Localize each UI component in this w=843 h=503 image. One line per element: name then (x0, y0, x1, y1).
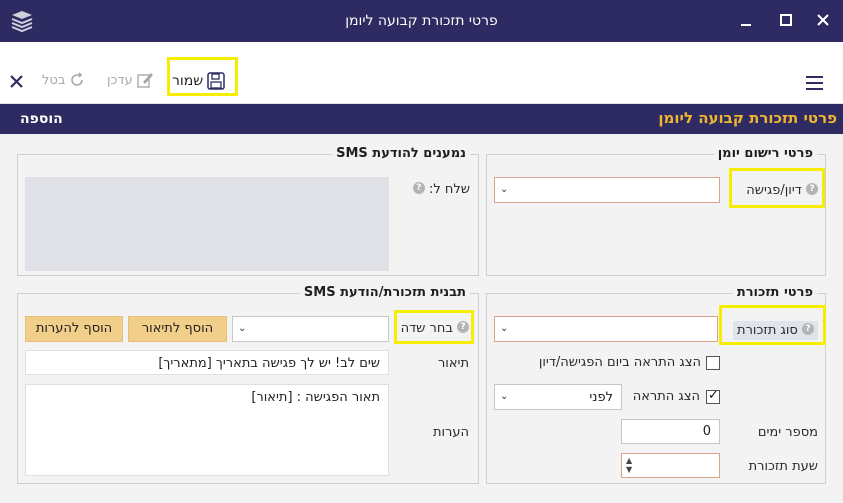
template-legend: תבנית תזכורת/הודעת SMS (299, 285, 470, 300)
form-title: פרטי תזכורת קבועה ליומן (658, 109, 837, 127)
minimize-button[interactable] (735, 10, 757, 32)
chevron-down-icon: ⌄ (500, 323, 509, 334)
send-to-label: שלח ל: ? (412, 182, 470, 197)
close-icon (817, 14, 829, 26)
toolbar: בטל עדכן שמור (0, 42, 843, 104)
spinner-icon[interactable]: ▲ ▼ (626, 456, 632, 474)
show-on-day-label: הצג התראה ביום הפגישה/דיון (538, 355, 701, 370)
update-label: עדכן (107, 72, 133, 88)
notes-input[interactable]: תאור הפגישה : [תיאור] (25, 384, 389, 476)
minimize-icon (741, 24, 751, 26)
cancel-label: בטל (42, 72, 66, 88)
description-label: תיאור (437, 356, 469, 371)
description-input[interactable]: שים לב! יש לך פגישה בתאריך [מתאריך] (25, 350, 389, 375)
show-on-day-checkbox[interactable] (706, 356, 720, 370)
days-input[interactable]: 0 (621, 419, 720, 444)
show-alert-checkbox[interactable] (706, 388, 720, 404)
sms-recipients-legend: נמענים להודעת SMS (332, 146, 470, 161)
notes-label: הערות (432, 425, 469, 440)
meeting-select[interactable]: ⌄ (494, 177, 720, 203)
chevron-down-icon: ⌄ (500, 391, 509, 402)
time-input[interactable]: ▲ ▼ (621, 453, 720, 478)
days-label: מספר ימים (757, 425, 818, 440)
menu-button[interactable] (806, 76, 823, 90)
chevron-down-icon: ⌄ (500, 184, 509, 195)
save-icon (207, 72, 225, 90)
maximize-icon (780, 14, 792, 26)
sms-recipients-list[interactable] (25, 177, 389, 271)
choose-field-highlight (394, 310, 474, 344)
title-bar: פרטי תזכורת קבועה ליומן (0, 0, 843, 42)
before-after-select[interactable]: ⌄ לפני (494, 384, 622, 410)
cancel-button[interactable]: בטל (42, 72, 85, 88)
diary-details-legend: פרטי רישום יומן (713, 146, 817, 161)
reminder-details-legend: פרטי תזכורת (732, 285, 817, 300)
help-icon[interactable]: ? (412, 182, 425, 194)
undo-icon (71, 72, 84, 86)
add-to-notes-button[interactable]: הוסף להערות (25, 316, 123, 342)
chevron-down-icon: ⌄ (238, 323, 247, 334)
add-to-description-button[interactable]: הוסף לתיאור (128, 316, 227, 342)
form-header: הוספה פרטי תזכורת קבועה ליומן (0, 104, 843, 134)
update-button[interactable]: עדכן (107, 72, 153, 88)
meeting-highlight (729, 168, 825, 208)
close-icon (10, 75, 23, 88)
edit-icon (136, 72, 153, 88)
close-window-button[interactable] (812, 10, 834, 32)
menu-icon (806, 76, 823, 78)
save-button[interactable]: שמור (172, 72, 225, 90)
close-form-button[interactable] (10, 73, 23, 92)
save-label: שמור (172, 73, 204, 89)
window-title: פרטי תזכורת קבועה ליומן (345, 13, 498, 29)
reminder-type-highlight (719, 305, 826, 345)
maximize-button[interactable] (775, 10, 797, 32)
reminder-type-select[interactable]: ⌄ (494, 316, 718, 342)
time-label: שעת תזכורת (748, 459, 818, 474)
form-mode: הוספה (20, 111, 63, 127)
show-alert-label: הצג התראה (632, 389, 700, 404)
choose-field-select[interactable]: ⌄ (232, 316, 389, 342)
